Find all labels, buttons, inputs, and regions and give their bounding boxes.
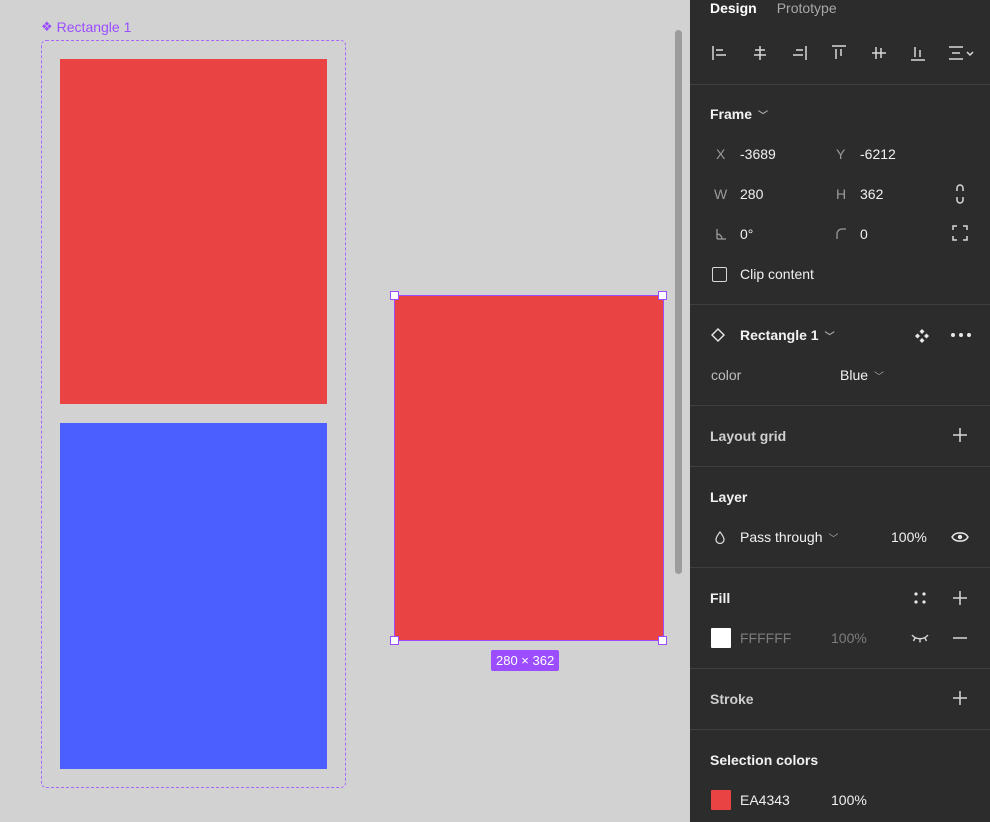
divider xyxy=(690,668,990,669)
component-icon: ❖ xyxy=(41,19,53,34)
design-panel: Design Prototype Frame ﹀ X -3689 Y -6212… xyxy=(690,0,990,822)
resize-handle-bottom-left[interactable] xyxy=(390,636,399,645)
blue-rectangle-variant[interactable] xyxy=(60,423,327,769)
align-top-icon[interactable] xyxy=(826,40,852,66)
divider xyxy=(690,84,990,85)
chevron-down-icon: ﹀ xyxy=(874,371,885,383)
width-input[interactable]: 280 xyxy=(740,186,763,202)
component-label-text: Rectangle 1 xyxy=(56,19,132,35)
rotation-input[interactable]: 0° xyxy=(740,226,753,242)
align-left-icon[interactable] xyxy=(707,40,733,66)
layout-grid-title: Layout grid xyxy=(710,428,787,444)
chevron-down-icon: ﹀ xyxy=(828,533,839,545)
tab-design[interactable]: Design xyxy=(710,0,757,18)
fill-title: Fill xyxy=(710,590,731,606)
resize-handle-bottom-right[interactable] xyxy=(658,636,667,645)
divider xyxy=(690,304,990,305)
resize-handle-top-right[interactable] xyxy=(658,291,667,300)
height-input[interactable]: 362 xyxy=(860,186,883,202)
distribute-spacing-icon[interactable] xyxy=(945,40,977,66)
align-horizontal-center-icon[interactable] xyxy=(747,40,773,66)
remove-fill-minus-icon[interactable] xyxy=(952,630,968,646)
canvas[interactable]: ❖ Rectangle 1 280 × 362 xyxy=(0,0,690,822)
divider xyxy=(690,567,990,568)
independent-corners-icon[interactable] xyxy=(952,225,968,241)
align-vertical-center-icon[interactable] xyxy=(866,40,892,66)
blend-mode-value: Pass through xyxy=(740,529,823,545)
y-input[interactable]: -6212 xyxy=(860,146,896,162)
rotation-icon xyxy=(714,227,728,241)
add-fill-plus-icon[interactable] xyxy=(952,590,968,606)
stroke-title: Stroke xyxy=(710,691,754,707)
instance-name-text: Rectangle 1 xyxy=(740,327,819,343)
more-options-icon[interactable] xyxy=(950,327,972,343)
resize-handle-top-left[interactable] xyxy=(390,291,399,300)
eye-icon[interactable] xyxy=(950,529,970,545)
w-label: W xyxy=(714,186,728,202)
divider xyxy=(690,729,990,730)
add-layout-grid-plus-icon[interactable] xyxy=(952,427,968,443)
constrain-proportions-icon[interactable] xyxy=(952,184,968,204)
fill-opacity-input[interactable]: 100% xyxy=(831,630,867,646)
instance-name-dropdown[interactable]: Rectangle 1 ﹀ xyxy=(740,327,835,343)
divider xyxy=(690,466,990,467)
corner-radius-input[interactable]: 0 xyxy=(860,226,868,242)
align-bottom-icon[interactable] xyxy=(905,40,931,66)
x-input[interactable]: -3689 xyxy=(740,146,776,162)
variant-property-label: color xyxy=(711,367,742,383)
clip-content-checkbox[interactable] xyxy=(712,267,727,282)
clip-content-label: Clip content xyxy=(740,266,814,282)
frame-title-text: Frame xyxy=(710,106,753,122)
red-rectangle-variant[interactable] xyxy=(60,59,327,404)
divider xyxy=(690,405,990,406)
hidden-eye-icon[interactable] xyxy=(910,630,930,646)
panel-tabs: Design Prototype xyxy=(710,0,837,18)
x-label: X xyxy=(716,146,726,162)
blend-mode-dropdown[interactable]: Pass through ﹀ xyxy=(740,529,839,545)
variant-property-dropdown[interactable]: Blue ﹀ xyxy=(840,367,884,383)
component-label[interactable]: ❖ Rectangle 1 xyxy=(41,19,131,35)
frame-section-title[interactable]: Frame ﹀ xyxy=(710,106,768,122)
canvas-scrollbar[interactable] xyxy=(675,30,682,574)
fill-styles-icon[interactable] xyxy=(912,590,928,606)
h-label: H xyxy=(836,186,847,202)
fill-hex-input[interactable]: FFFFFF xyxy=(740,630,791,646)
go-to-main-component-icon[interactable] xyxy=(914,328,930,344)
selection-colors-title: Selection colors xyxy=(710,752,819,768)
selection-color-swatch[interactable] xyxy=(711,790,731,810)
selection-color-opacity[interactable]: 100% xyxy=(831,792,867,808)
chevron-down-icon: ﹀ xyxy=(758,110,769,122)
add-stroke-plus-icon[interactable] xyxy=(952,690,968,706)
layer-opacity-input[interactable]: 100% xyxy=(891,529,927,545)
instance-diamond-icon xyxy=(710,327,726,343)
y-label: Y xyxy=(836,146,846,162)
layer-title: Layer xyxy=(710,489,748,505)
alignment-toolbar xyxy=(707,40,977,66)
selected-instance-rectangle[interactable] xyxy=(394,295,664,641)
selection-size-badge: 280 × 362 xyxy=(491,650,560,671)
fill-color-swatch[interactable] xyxy=(711,628,731,648)
corner-radius-icon xyxy=(834,227,848,241)
chevron-down-icon: ﹀ xyxy=(824,331,835,343)
align-right-icon[interactable] xyxy=(786,40,812,66)
selection-color-hex[interactable]: EA4343 xyxy=(740,792,790,808)
variant-property-value: Blue xyxy=(840,367,869,383)
tab-prototype[interactable]: Prototype xyxy=(777,0,837,18)
blend-mode-drop-icon xyxy=(714,530,726,544)
